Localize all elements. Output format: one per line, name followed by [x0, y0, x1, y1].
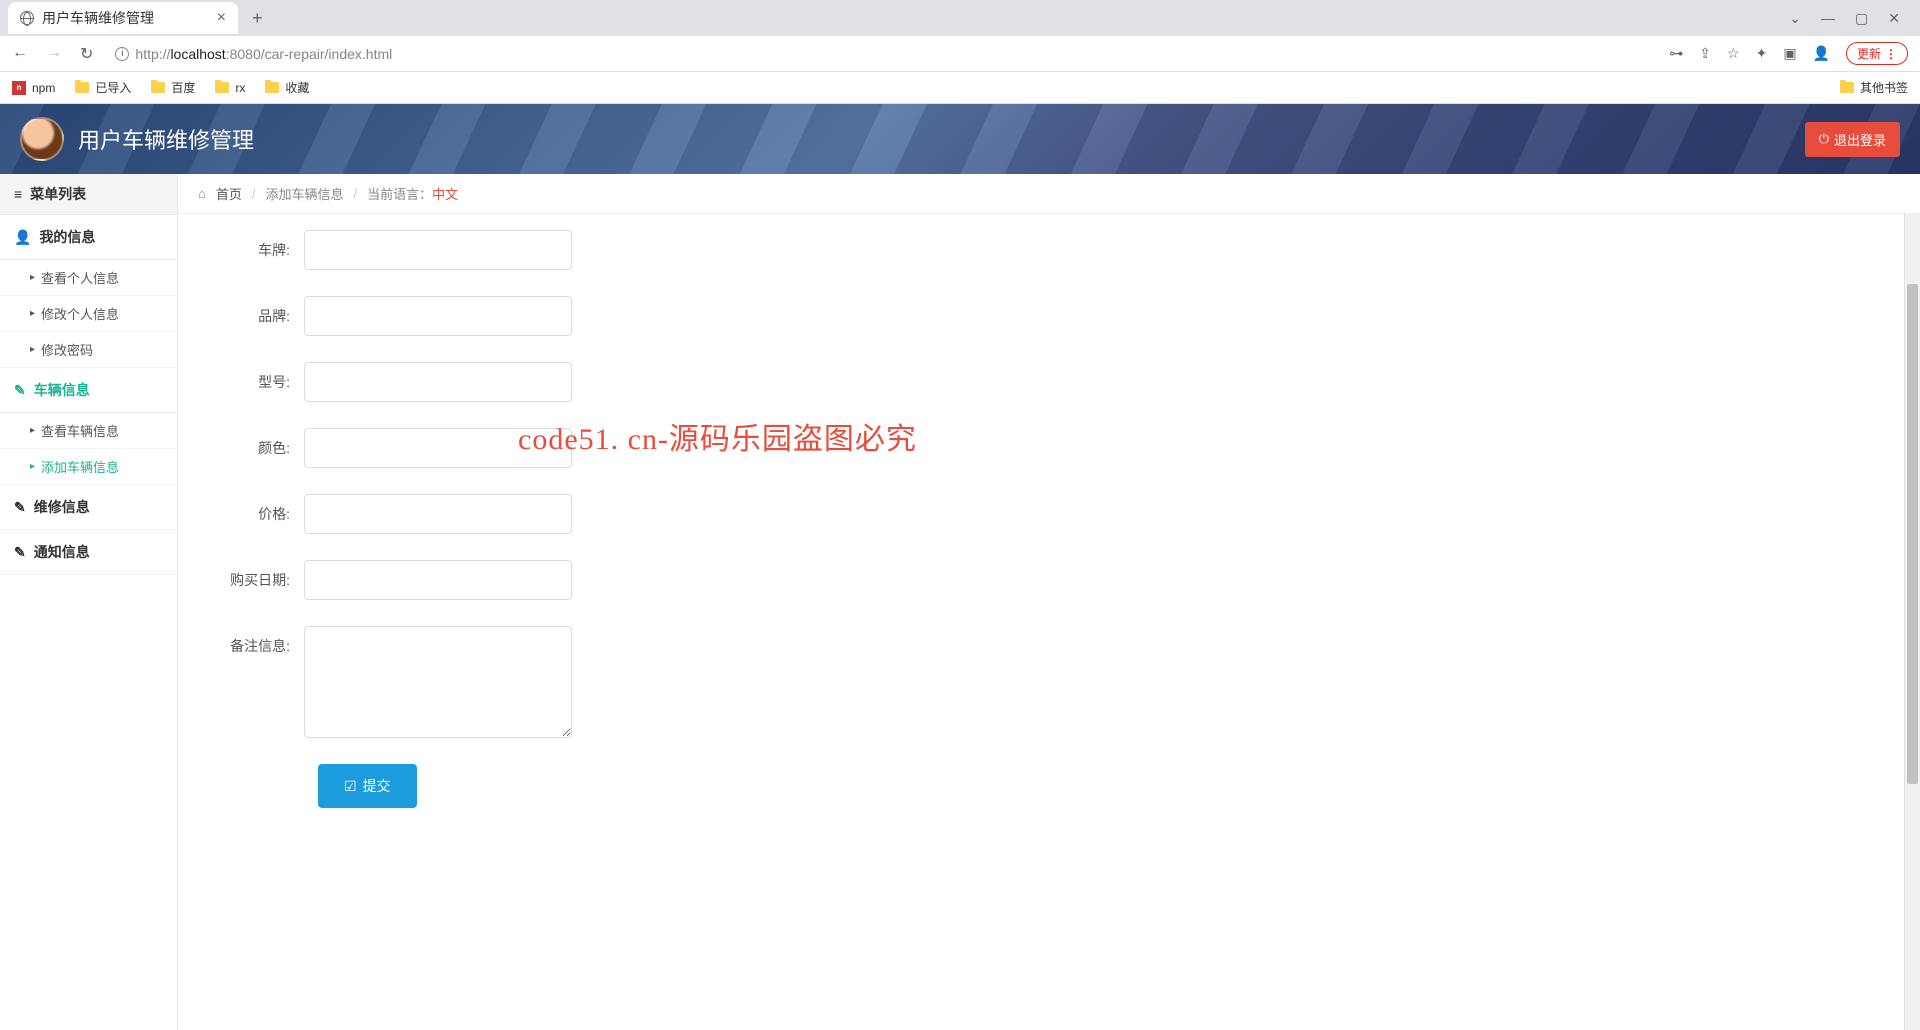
- label-color: 颜色:: [198, 428, 304, 458]
- key-icon[interactable]: ⊶: [1669, 45, 1683, 62]
- other-bookmarks[interactable]: 其他书签: [1840, 79, 1908, 96]
- user-icon: 👤: [14, 229, 31, 246]
- scrollbar[interactable]: [1904, 214, 1920, 1030]
- label-price: 价格:: [198, 494, 304, 524]
- new-tab-button[interactable]: +: [242, 8, 273, 29]
- sidebar-item-edit-profile[interactable]: ▸修改个人信息: [0, 296, 177, 332]
- bookmark-fav[interactable]: 收藏: [265, 79, 309, 96]
- input-model[interactable]: [304, 362, 572, 402]
- forward-button: →: [46, 44, 62, 64]
- star-icon[interactable]: ☆: [1727, 45, 1740, 62]
- sidebar-section-notice[interactable]: ✎ 通知信息: [0, 530, 177, 575]
- bookmarks-bar: nnpm 已导入 百度 rx 收藏 其他书签: [0, 72, 1920, 104]
- menu-header: ≡ 菜单列表: [0, 174, 177, 215]
- app-header: 用户车辆维修管理 ⏻ 退出登录: [0, 104, 1920, 174]
- caret-icon: ▸: [30, 461, 35, 472]
- form-area: code51. cn-源码乐园盗图必究 车牌: 品牌: 型号: 颜色:: [178, 214, 1904, 1030]
- bookmark-imported[interactable]: 已导入: [75, 79, 131, 96]
- back-button[interactable]: ←: [12, 44, 28, 64]
- minimize-icon[interactable]: ―: [1821, 10, 1835, 27]
- reload-button[interactable]: ↻: [80, 44, 93, 64]
- input-color[interactable]: [304, 428, 572, 468]
- extensions-icon[interactable]: ✦: [1756, 45, 1768, 62]
- bookmark-baidu[interactable]: 百度: [151, 79, 195, 96]
- input-brand[interactable]: [304, 296, 572, 336]
- sidebar-item-view-vehicle[interactable]: ▸查看车辆信息: [0, 413, 177, 449]
- folder-icon: [265, 82, 279, 93]
- label-plate: 车牌:: [198, 230, 304, 260]
- submit-button[interactable]: ☑ 提交: [318, 764, 417, 808]
- breadcrumb-lang-label: 当前语言：中文: [367, 184, 458, 203]
- edit-icon: ✎: [14, 499, 26, 516]
- edit-icon: ✎: [14, 382, 26, 399]
- input-price[interactable]: [304, 494, 572, 534]
- folder-icon: [75, 82, 89, 93]
- check-icon: ☑: [344, 778, 357, 795]
- label-buydate: 购买日期:: [198, 560, 304, 590]
- sidebar: ≡ 菜单列表 👤 我的信息 ▸查看个人信息 ▸修改个人信息 ▸修改密码 ✎ 车辆…: [0, 174, 178, 1030]
- browser-tab[interactable]: 用户车辆维修管理 ×: [8, 2, 238, 34]
- profile-icon[interactable]: 👤: [1813, 45, 1830, 62]
- globe-icon: [20, 11, 34, 25]
- bookmark-npm[interactable]: nnpm: [12, 81, 55, 95]
- input-remark[interactable]: [304, 626, 572, 738]
- url-text: http://localhost:8080/car-repair/index.h…: [135, 46, 392, 62]
- breadcrumb-page: 添加车辆信息: [266, 184, 344, 203]
- bookmark-rx[interactable]: rx: [215, 81, 245, 95]
- tab-bar: 用户车辆维修管理 × + ⌄ ― ▢ ✕: [0, 0, 1920, 36]
- breadcrumb-home[interactable]: 首页: [216, 184, 242, 203]
- folder-icon: [215, 82, 229, 93]
- maximize-icon[interactable]: ▢: [1855, 10, 1868, 27]
- app-body: ≡ 菜单列表 👤 我的信息 ▸查看个人信息 ▸修改个人信息 ▸修改密码 ✎ 车辆…: [0, 174, 1920, 1030]
- label-model: 型号:: [198, 362, 304, 392]
- chevron-down-icon[interactable]: ⌄: [1789, 10, 1801, 27]
- sidebar-section-vehicle[interactable]: ✎ 车辆信息: [0, 368, 177, 413]
- power-icon: ⏻: [1819, 131, 1829, 147]
- folder-icon: [1840, 82, 1854, 93]
- edit-icon: ✎: [14, 544, 26, 561]
- update-button[interactable]: 更新 ⋮: [1846, 42, 1908, 65]
- close-icon[interactable]: ✕: [1888, 10, 1900, 27]
- caret-icon: ▸: [30, 272, 35, 283]
- content: ⌂ 首页 / 添加车辆信息 / 当前语言：中文 code51. cn-源码乐园盗…: [178, 174, 1920, 1030]
- home-icon: ⌂: [198, 186, 206, 201]
- scrollbar-thumb[interactable]: [1907, 284, 1918, 784]
- list-icon: ≡: [14, 186, 22, 202]
- input-buydate[interactable]: [304, 560, 572, 600]
- window-controls: ⌄ ― ▢ ✕: [1789, 10, 1912, 27]
- input-plate[interactable]: [304, 230, 572, 270]
- tab-close-icon[interactable]: ×: [217, 9, 226, 27]
- address-bar: ← → ↻ i http://localhost:8080/car-repair…: [0, 36, 1920, 72]
- sidebar-section-repair[interactable]: ✎ 维修信息: [0, 485, 177, 530]
- label-remark: 备注信息:: [198, 626, 304, 656]
- panel-icon[interactable]: ▣: [1783, 45, 1796, 62]
- sidebar-item-add-vehicle[interactable]: ▸添加车辆信息: [0, 449, 177, 485]
- app-title: 用户车辆维修管理: [78, 123, 254, 155]
- url-input[interactable]: i http://localhost:8080/car-repair/index…: [105, 40, 1657, 68]
- label-brand: 品牌:: [198, 296, 304, 326]
- avatar[interactable]: [20, 117, 64, 161]
- breadcrumb: ⌂ 首页 / 添加车辆信息 / 当前语言：中文: [178, 174, 1920, 214]
- npm-icon: n: [12, 81, 26, 95]
- logout-button[interactable]: ⏻ 退出登录: [1805, 122, 1900, 157]
- caret-icon: ▸: [30, 344, 35, 355]
- tab-title: 用户车辆维修管理: [42, 8, 154, 28]
- site-info-icon[interactable]: i: [115, 47, 129, 61]
- caret-icon: ▸: [30, 308, 35, 319]
- share-icon[interactable]: ⇪: [1699, 45, 1711, 62]
- sidebar-section-myinfo[interactable]: 👤 我的信息: [0, 215, 177, 260]
- sidebar-item-view-profile[interactable]: ▸查看个人信息: [0, 260, 177, 296]
- sidebar-item-change-password[interactable]: ▸修改密码: [0, 332, 177, 368]
- caret-icon: ▸: [30, 425, 35, 436]
- browser-chrome: 用户车辆维修管理 × + ⌄ ― ▢ ✕ ← → ↻ i http://loca…: [0, 0, 1920, 104]
- folder-icon: [151, 82, 165, 93]
